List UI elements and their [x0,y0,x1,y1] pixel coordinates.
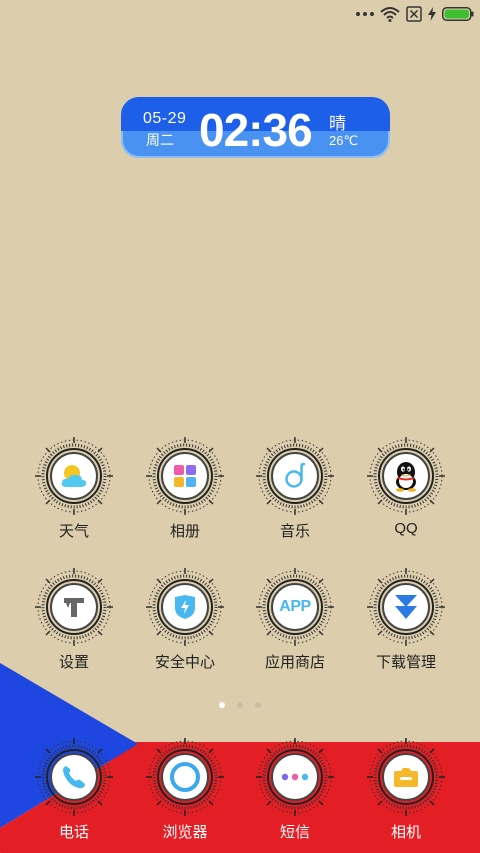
app-label: 浏览器 [162,824,208,841]
browser-icon [170,762,200,792]
music-icon [285,463,306,488]
app-label: 天气 [58,523,89,540]
app-gallery[interactable]: 相册 [130,437,240,541]
battery-icon [442,7,474,21]
weather-condition: 晴 [329,114,346,133]
app-label: 电话 [58,824,89,841]
app-download-manager[interactable]: 下载管理 [351,568,461,672]
security-icon [175,595,195,619]
clock-time: 02:36 [199,104,313,156]
page-dot-2[interactable] [237,702,243,708]
gallery-icon [174,465,196,487]
page-dot-3[interactable] [255,702,261,708]
app-label: 相册 [169,523,200,540]
app-label: QQ [394,520,418,537]
more-dots-icon [356,12,374,16]
app-label: 短信 [279,824,310,841]
no-sim-icon [406,6,422,22]
messages-icon [281,773,309,781]
app-security[interactable]: 安全中心 [130,568,240,672]
wifi-icon [380,7,400,22]
clock-date: 05-29 [143,110,187,127]
page-indicator [0,702,480,708]
charging-icon [428,7,436,21]
phone-icon [63,766,85,789]
page-dot-1[interactable] [219,702,225,708]
weather-temperature: 26℃ [329,133,359,148]
app-store-icon: APP [279,598,311,615]
app-messages[interactable]: 短信 [240,738,350,842]
app-label: 音乐 [279,523,310,540]
app-label: 相机 [390,824,421,841]
clock-weekday: 周二 [146,132,174,148]
app-browser[interactable]: 浏览器 [130,738,240,842]
app-settings[interactable]: 设置 [19,568,129,672]
status-bar [0,0,480,28]
qq-icon [396,462,416,492]
app-music[interactable]: 音乐 [240,437,350,541]
clock-widget[interactable]: 05-29 周二 02:36 晴 26℃ [121,97,390,158]
app-phone[interactable]: 电话 [19,738,129,842]
download-icon [395,595,417,619]
app-camera[interactable]: 相机 [351,738,461,842]
app-qq[interactable]: QQ [351,437,461,537]
app-label: 应用商店 [264,654,325,671]
app-label: 安全中心 [154,654,215,671]
app-label: 设置 [58,654,89,671]
camera-icon [394,768,418,787]
app-app-store[interactable]: APP 应用商店 [240,568,350,672]
weather-icon [61,465,87,487]
settings-icon [64,598,84,617]
app-label: 下载管理 [375,654,436,671]
app-weather[interactable]: 天气 [19,437,129,541]
